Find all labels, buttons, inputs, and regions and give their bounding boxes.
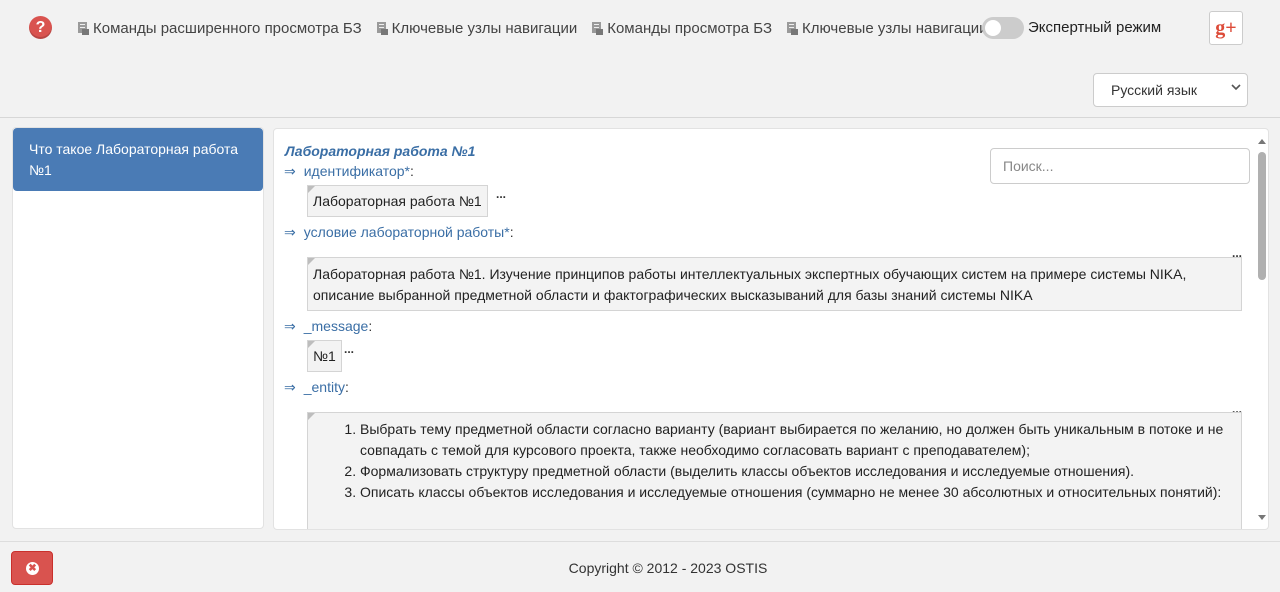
scroll-down-arrow-icon[interactable] xyxy=(1258,515,1266,520)
more-dots-icon[interactable]: ... xyxy=(496,187,506,201)
main-content-panel: Лабораторная работа №1 ⇒идентификатор*: … xyxy=(273,128,1269,530)
relation-label: условие лабораторной работы* xyxy=(303,224,510,240)
document-icon xyxy=(376,21,388,35)
corner-marker xyxy=(308,341,315,348)
google-plus-icon[interactable]: g+ xyxy=(1209,11,1243,45)
relation-label: идентификатор* xyxy=(303,163,410,179)
value-text: №1 xyxy=(313,348,336,364)
menu-item-label: Команды расширенного просмотра БЗ xyxy=(93,19,362,37)
menu-advanced-view-commands[interactable]: Команды расширенного просмотра БЗ xyxy=(78,20,362,37)
copyright-label: Copyright © 2012 - 2023 OSTIS xyxy=(568,560,768,576)
arrow-icon: ⇒ xyxy=(284,318,296,334)
relation-label: _message xyxy=(303,318,369,334)
page-title[interactable]: Лабораторная работа №1 xyxy=(285,143,475,159)
vertical-scrollbar[interactable] xyxy=(1255,139,1268,529)
value-text: Лабораторная работа №1 xyxy=(313,193,482,209)
corner-marker xyxy=(308,186,315,193)
corner-marker xyxy=(308,413,315,420)
document-icon xyxy=(592,21,604,35)
list-item: Описать классы объектов исследования и и… xyxy=(360,482,1233,503)
condition-value[interactable]: Лабораторная работа №1. Изучение принцип… xyxy=(307,257,1242,311)
document-icon xyxy=(78,21,89,35)
menu-key-nodes-2[interactable]: Ключевые узлы навигации xyxy=(787,20,988,37)
menu-item-label: Ключевые узлы навигации xyxy=(802,19,988,37)
menu-key-nodes[interactable]: Ключевые узлы навигации xyxy=(376,19,578,37)
list-item: Формализовать структуру предметной облас… xyxy=(360,461,1233,482)
task-list: Выбрать тему предметной области согласно… xyxy=(313,419,1233,503)
relation-message[interactable]: ⇒ _message: xyxy=(284,318,372,335)
relation-lab-condition[interactable]: ⇒ условие лабораторной работы*: xyxy=(284,224,514,241)
arrow-icon: ⇒ xyxy=(284,163,296,179)
list-item: Выбрать тему предметной области согласно… xyxy=(360,419,1233,461)
corner-marker xyxy=(308,258,315,265)
expert-mode-toggle[interactable] xyxy=(982,17,1024,39)
scroll-up-arrow-icon[interactable] xyxy=(1258,139,1266,144)
top-menu: Команды расширенного просмотра БЗ Ключев… xyxy=(78,18,1003,38)
search-input[interactable] xyxy=(990,148,1250,184)
history-sidebar: Что такое Лабораторная работа №1 xyxy=(12,127,264,529)
entity-value[interactable]: Выбрать тему предметной области согласно… xyxy=(307,412,1242,529)
arrow-icon: ⇒ xyxy=(284,224,296,240)
message-value[interactable]: №1 xyxy=(307,340,342,372)
relation-label: _entity xyxy=(303,379,345,395)
expert-mode-label: Экспертный режим xyxy=(1028,19,1162,36)
identifier-value[interactable]: Лабораторная работа №1 xyxy=(307,185,488,217)
menu-item-label: Ключевые узлы навигации xyxy=(391,19,578,37)
copyright-text: Copyright © 2012 - 2023 OSTIS xyxy=(0,560,1280,576)
help-icon[interactable]: ? xyxy=(29,16,52,39)
language-select[interactable]: Русский язык xyxy=(1093,73,1248,107)
more-dots-icon[interactable]: ... xyxy=(344,342,354,356)
menu-item-label: Команды просмотра БЗ xyxy=(607,19,773,37)
footer: ✖ Copyright © 2012 - 2023 OSTIS xyxy=(0,541,1280,592)
arrow-icon: ⇒ xyxy=(284,379,296,395)
scrollbar-thumb[interactable] xyxy=(1258,152,1266,280)
document-icon xyxy=(787,21,799,35)
menu-view-commands[interactable]: Команды просмотра БЗ xyxy=(592,20,772,37)
value-text: Лабораторная работа №1. Изучение принцип… xyxy=(313,266,1187,303)
toggle-knob xyxy=(985,20,1001,36)
sidebar-item-lab-work[interactable]: Что такое Лабораторная работа №1 xyxy=(13,128,263,191)
relation-entity[interactable]: ⇒ _entity: xyxy=(284,379,349,396)
top-navbar: ? Команды расширенного просмотра БЗ Ключ… xyxy=(0,0,1280,118)
language-select-value: Русский язык xyxy=(1111,82,1198,98)
chevron-down-icon xyxy=(1231,80,1241,94)
relation-identifier[interactable]: ⇒ идентификатор*: xyxy=(284,163,414,180)
